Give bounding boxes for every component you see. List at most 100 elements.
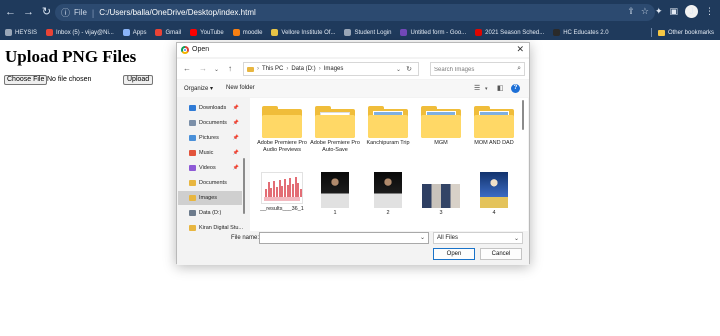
bookmark-item[interactable]: Apps <box>122 29 147 36</box>
bookmark-label: YouTube <box>200 29 224 36</box>
bookmark-label: HEYSIS <box>15 29 38 36</box>
videos-icon <box>189 165 196 171</box>
up-folder-icon[interactable]: ↑ <box>228 64 232 73</box>
file-name-field[interactable]: ⌄ <box>259 232 429 244</box>
file-name: 2 <box>386 210 390 216</box>
nav-item[interactable]: Pictures 📌 <box>189 131 245 145</box>
profile-avatar[interactable]: J <box>685 5 698 18</box>
folder-item[interactable]: MGM <box>415 106 467 147</box>
open-button[interactable]: Open <box>433 248 475 260</box>
nav-item[interactable]: Documents 📌 <box>189 116 245 130</box>
drive-icon <box>189 210 196 216</box>
choose-file-button[interactable]: Choose File <box>4 75 48 85</box>
bookmark-item[interactable]: Student Login <box>344 29 391 36</box>
bookmarks-bar: HEYSIS Inbox (5) - vijay@Ni... Apps Gmail Yo… <box>0 25 720 40</box>
back-arrow-icon[interactable]: ← <box>183 64 191 73</box>
bookmark-item[interactable]: YouTube <box>190 29 224 36</box>
nav-item[interactable]: Music 📌 <box>189 146 245 160</box>
extensions-icon[interactable]: ✦ <box>655 6 663 17</box>
bookmark-label: Apps <box>132 29 147 36</box>
file-item[interactable]: 1 <box>309 172 361 217</box>
navigation-pane: Downloads 📌 Documents 📌 Pictures 📌 Music 📌 Video… <box>177 98 249 231</box>
search-input[interactable] <box>434 65 510 74</box>
nav-item[interactable]: Videos 📌 <box>189 161 245 175</box>
url-separator: | <box>91 7 95 18</box>
file-name: MGM <box>434 140 448 146</box>
file-name: Adobe Premiere Pro Auto-Save <box>310 140 360 153</box>
file-type-value: All Files <box>437 235 459 241</box>
file-name: 1 <box>333 210 337 216</box>
breadcrumb-item[interactable]: This PC <box>262 66 283 72</box>
nav-item-label: Music <box>199 150 214 156</box>
globe-icon <box>344 29 352 36</box>
new-folder-button[interactable]: New folder <box>226 85 255 91</box>
preview-pane-icon[interactable]: ◧ <box>497 84 504 92</box>
file-item[interactable]: 2 <box>362 172 414 217</box>
folder-item[interactable]: MOM AND DAD <box>468 106 520 147</box>
image-thumbnail <box>480 172 508 208</box>
image-thumbnail <box>374 172 402 208</box>
bookmark-item[interactable]: Inbox (5) - vijay@Ni... <box>46 29 114 36</box>
reload-icon[interactable]: ↻ <box>39 5 54 20</box>
folder-item[interactable]: Adobe Premiere Pro Auto-Save <box>309 106 361 154</box>
folder-icon <box>657 29 665 36</box>
side-panel-icon[interactable]: ▣ <box>669 6 678 17</box>
chevron-right-icon[interactable]: › <box>257 66 259 72</box>
upload-button[interactable]: Upload <box>123 75 154 85</box>
chevron-right-icon[interactable]: › <box>286 66 288 72</box>
menu-dots-icon[interactable]: ⋮ <box>705 6 714 17</box>
bookmark-item[interactable]: 2021 Season Sched... <box>475 29 544 36</box>
cancel-button[interactable]: Cancel <box>480 248 522 260</box>
bookmark-star-icon[interactable]: ☆ <box>641 6 649 17</box>
folder-item[interactable]: Kanchipuram Trip <box>362 106 414 147</box>
gmail-icon <box>46 29 54 36</box>
bookmark-item[interactable]: Gmail <box>155 29 181 36</box>
info-icon[interactable]: ⓘ <box>61 6 70 19</box>
forward-arrow-icon[interactable]: → <box>21 5 36 20</box>
file-name: __results___36_1 <box>260 206 304 212</box>
refresh-icon[interactable]: ↻ <box>406 65 412 73</box>
file-list-scrollbar[interactable] <box>522 100 524 130</box>
back-arrow-icon[interactable]: ← <box>3 5 18 20</box>
nav-item[interactable]: Images <box>178 191 242 205</box>
breadcrumb-item[interactable]: Images <box>324 66 344 72</box>
bookmark-item[interactable]: Vellore Institute Of... <box>271 29 335 36</box>
view-options-icon[interactable]: ☰ <box>474 84 480 92</box>
close-icon[interactable]: ✕ <box>516 44 524 55</box>
page-title: Upload PNG Files <box>5 47 137 66</box>
search-box[interactable]: ⌕ <box>430 62 525 76</box>
file-item[interactable]: __results___36_1 <box>256 172 308 213</box>
folder-item[interactable]: Adobe Premiere Pro Audio Previews <box>256 106 308 154</box>
chevron-down-icon[interactable]: ▾ <box>485 86 488 92</box>
other-bookmarks[interactable]: Other bookmarks <box>650 25 714 40</box>
file-item[interactable]: 3 <box>415 172 467 217</box>
search-icon[interactable]: ⌕ <box>517 65 521 73</box>
breadcrumb-item[interactable]: Data (D:) <box>291 66 315 72</box>
chevron-right-icon[interactable]: › <box>319 66 321 72</box>
forward-arrow-icon[interactable]: → <box>199 64 207 73</box>
chevron-down-icon[interactable]: ⌄ <box>420 234 425 241</box>
folder-icon <box>368 106 408 138</box>
url-text[interactable]: C:/Users/balla/OneDrive/Desktop/index.ht… <box>99 8 256 17</box>
file-type-select[interactable]: All Files ⌄ <box>433 232 523 244</box>
organize-menu[interactable]: Organize ▾ <box>184 85 213 92</box>
chevron-down-icon[interactable]: ⌄ <box>396 66 401 73</box>
nav-item-label: Documents <box>199 120 227 126</box>
nav-item[interactable]: Documents <box>189 176 245 190</box>
recent-locations-icon[interactable]: ⌄ <box>214 66 219 73</box>
bookmark-item[interactable]: Untitled form - Goo... <box>400 29 466 36</box>
dialog-title-bar[interactable]: Open ✕ <box>177 43 529 57</box>
help-icon[interactable]: ? <box>511 84 520 93</box>
file-item[interactable]: 4 <box>468 172 520 217</box>
nav-item[interactable]: Downloads 📌 <box>189 101 245 115</box>
folder-icon <box>262 106 302 138</box>
bookmark-item[interactable]: moodle <box>232 29 262 36</box>
bookmark-item[interactable]: HC Educates 2.0 <box>553 29 609 36</box>
breadcrumb[interactable]: › This PC › Data (D:) › Images ⌄ ↻ <box>243 62 419 76</box>
bookmark-item[interactable]: HEYSIS <box>5 29 37 36</box>
share-icon[interactable]: ⇪ <box>627 6 635 17</box>
f1-icon <box>475 29 483 36</box>
nav-item[interactable]: Data (D:) <box>189 206 245 220</box>
address-bar[interactable]: ⓘ File | C:/Users/balla/OneDrive/Desktop… <box>55 4 655 21</box>
nav-item-label: Videos <box>199 165 216 171</box>
